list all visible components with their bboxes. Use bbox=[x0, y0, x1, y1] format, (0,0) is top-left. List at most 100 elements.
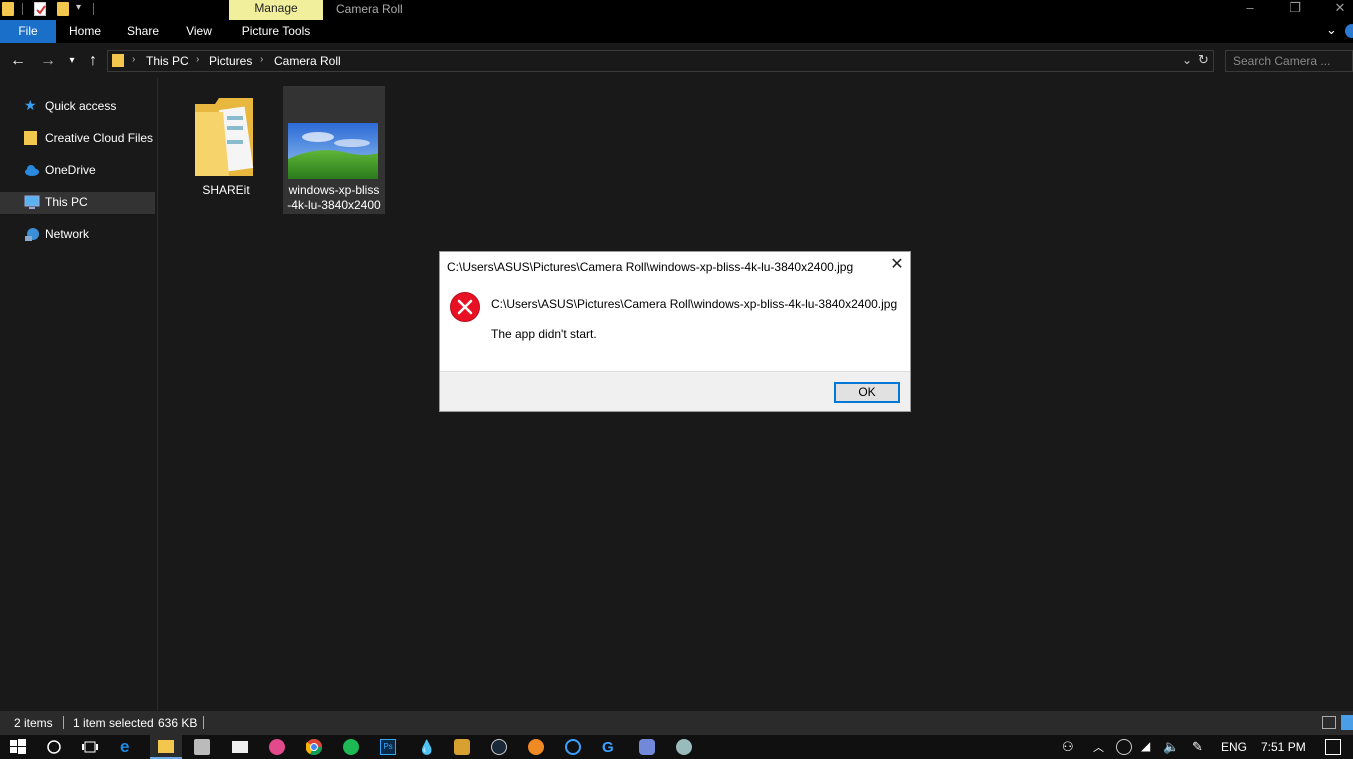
window-title: Camera Roll bbox=[336, 2, 403, 16]
tab-view[interactable]: View bbox=[176, 20, 222, 43]
quick-access-dropdown-icon[interactable]: ▾ bbox=[76, 2, 81, 13]
details-view-icon[interactable] bbox=[1322, 716, 1336, 729]
mail-icon[interactable] bbox=[232, 741, 248, 753]
vpn-icon[interactable] bbox=[565, 739, 581, 755]
separator bbox=[22, 3, 23, 15]
discord-icon[interactable] bbox=[639, 739, 655, 755]
title-bar: ▾ Manage Camera Roll – ❐ ✕ bbox=[0, 0, 1353, 20]
tab-file[interactable]: File bbox=[0, 20, 56, 43]
taskbar: e Ps 💧 G ⚇ ︿ ◢ 🔈 ✎ ENG 7:51 PM bbox=[0, 735, 1353, 759]
store-icon[interactable] bbox=[194, 739, 210, 755]
file-name-line1: windows-xp-bliss bbox=[288, 183, 380, 197]
network-icon bbox=[24, 227, 39, 242]
photoshop-icon[interactable]: Ps bbox=[380, 739, 396, 755]
pen-icon[interactable]: ✎ bbox=[1192, 739, 1208, 755]
edge-icon[interactable]: e bbox=[120, 737, 136, 756]
file-name-line2: -4k-lu-3840x2400 bbox=[287, 198, 381, 212]
sidebar-item-label: Creative Cloud Files bbox=[45, 131, 154, 145]
language-indicator[interactable]: ENG bbox=[1221, 740, 1247, 754]
breadcrumb-this-pc[interactable]: This PC bbox=[146, 54, 189, 68]
file-explorer-taskbar-button[interactable] bbox=[150, 735, 182, 759]
address-dropdown-icon[interactable]: ⌄ bbox=[1182, 53, 1192, 67]
sidebar-item-label: Network bbox=[45, 227, 90, 241]
error-dialog: C:\Users\ASUS\Pictures\Camera Roll\windo… bbox=[439, 251, 911, 412]
dialog-title: C:\Users\ASUS\Pictures\Camera Roll\windo… bbox=[447, 260, 854, 274]
folder-icon[interactable] bbox=[2, 2, 14, 16]
dialog-message: The app didn't start. bbox=[491, 327, 597, 341]
dialog-close-button[interactable]: ✕ bbox=[888, 256, 906, 274]
image-thumbnail bbox=[288, 123, 378, 179]
back-arrow-icon[interactable]: ← bbox=[8, 51, 28, 71]
help-icon[interactable] bbox=[1345, 24, 1353, 38]
breadcrumb-separator: › bbox=[132, 54, 136, 65]
search-input[interactable]: Search Camera ... bbox=[1225, 50, 1353, 72]
breadcrumb-camera-roll[interactable]: Camera Roll bbox=[274, 54, 341, 68]
recent-locations-icon[interactable]: ▾ bbox=[62, 51, 82, 71]
minimize-button[interactable]: – bbox=[1227, 0, 1273, 20]
itunes-icon[interactable] bbox=[269, 739, 285, 755]
clock[interactable]: 7:51 PM bbox=[1261, 740, 1306, 754]
separator bbox=[93, 3, 94, 15]
properties-icon[interactable] bbox=[34, 2, 46, 16]
pc-icon bbox=[24, 195, 40, 210]
wifi-icon[interactable]: ◢ bbox=[1141, 739, 1157, 755]
status-selected: 1 item selected bbox=[73, 716, 154, 730]
status-separator bbox=[203, 716, 204, 729]
folder-icon bbox=[158, 740, 174, 753]
task-view-icon[interactable] bbox=[82, 739, 98, 755]
sidebar-item-network[interactable]: Network bbox=[0, 224, 155, 246]
sidebar-item-creative-cloud-files[interactable]: Creative Cloud Files bbox=[0, 128, 155, 150]
notifications-icon[interactable] bbox=[1325, 739, 1341, 755]
large-icons-view-icon[interactable] bbox=[1341, 715, 1353, 730]
steam-icon[interactable] bbox=[491, 739, 507, 755]
tab-share[interactable]: Share bbox=[120, 20, 166, 43]
navigation-pane: ★ Quick access Creative Cloud Files OneD… bbox=[0, 78, 158, 711]
sidebar-item-label: OneDrive bbox=[45, 163, 96, 177]
game-icon[interactable] bbox=[454, 739, 470, 755]
file-name: SHAREit bbox=[202, 183, 250, 197]
cc-folder-icon bbox=[24, 131, 37, 145]
volume-icon[interactable]: 🔈 bbox=[1163, 739, 1179, 755]
windows-start-icon[interactable] bbox=[10, 739, 26, 755]
breadcrumb-pictures[interactable]: Pictures bbox=[209, 54, 252, 68]
people-icon[interactable]: ⚇ bbox=[1062, 739, 1078, 755]
sidebar-item-quick-access[interactable]: ★ Quick access bbox=[0, 96, 155, 118]
up-arrow-icon[interactable]: ↑ bbox=[83, 51, 103, 71]
folder-icon bbox=[193, 96, 257, 183]
new-folder-icon[interactable] bbox=[57, 2, 69, 16]
breadcrumb-separator: › bbox=[260, 54, 264, 65]
restore-button[interactable]: ❐ bbox=[1272, 0, 1318, 20]
steam-tray-icon[interactable] bbox=[1116, 739, 1132, 755]
folder-icon bbox=[112, 54, 124, 67]
expand-ribbon-icon[interactable]: ⌄ bbox=[1326, 22, 1337, 38]
paint-icon[interactable] bbox=[676, 739, 692, 755]
forward-arrow-icon[interactable]: → bbox=[38, 51, 58, 71]
tab-picture-tools[interactable]: Picture Tools bbox=[229, 20, 323, 43]
status-size: 636 KB bbox=[158, 716, 198, 730]
search-circle-icon[interactable] bbox=[46, 739, 62, 755]
file-item-windows-xp-bliss[interactable]: windows-xp-bliss -4k-lu-3840x2400 bbox=[283, 86, 385, 214]
app-icon[interactable] bbox=[528, 739, 544, 755]
dialog-footer: OK bbox=[440, 371, 910, 411]
status-item-count: 2 items bbox=[14, 716, 53, 730]
sidebar-item-label: Quick access bbox=[45, 99, 117, 113]
show-hidden-icons-icon[interactable]: ︿ bbox=[1093, 739, 1109, 755]
status-bar: 2 items 1 item selected 636 KB bbox=[0, 711, 1353, 735]
close-window-button[interactable]: ✕ bbox=[1317, 0, 1353, 20]
tab-home[interactable]: Home bbox=[62, 20, 108, 43]
logitech-icon[interactable]: G bbox=[602, 739, 618, 756]
breadcrumb-separator: › bbox=[196, 54, 200, 65]
chrome-icon[interactable] bbox=[305, 739, 323, 756]
refresh-icon[interactable]: ↻ bbox=[1198, 52, 1209, 68]
file-item-shareit[interactable]: SHAREit bbox=[175, 86, 277, 214]
sidebar-item-onedrive[interactable]: OneDrive bbox=[0, 160, 155, 182]
address-bar[interactable]: › This PC › Pictures › Camera Roll ⌄ ↻ bbox=[107, 50, 1214, 72]
spotify-icon[interactable] bbox=[343, 739, 359, 755]
ok-button[interactable]: OK bbox=[834, 382, 900, 403]
sidebar-item-this-pc[interactable]: This PC bbox=[0, 192, 155, 214]
manage-tab[interactable]: Manage bbox=[229, 0, 323, 20]
dialog-path-text: C:\Users\ASUS\Pictures\Camera Roll\windo… bbox=[491, 297, 898, 311]
status-separator bbox=[63, 716, 64, 729]
star-icon: ★ bbox=[24, 97, 37, 113]
droplet-icon[interactable]: 💧 bbox=[418, 739, 435, 755]
